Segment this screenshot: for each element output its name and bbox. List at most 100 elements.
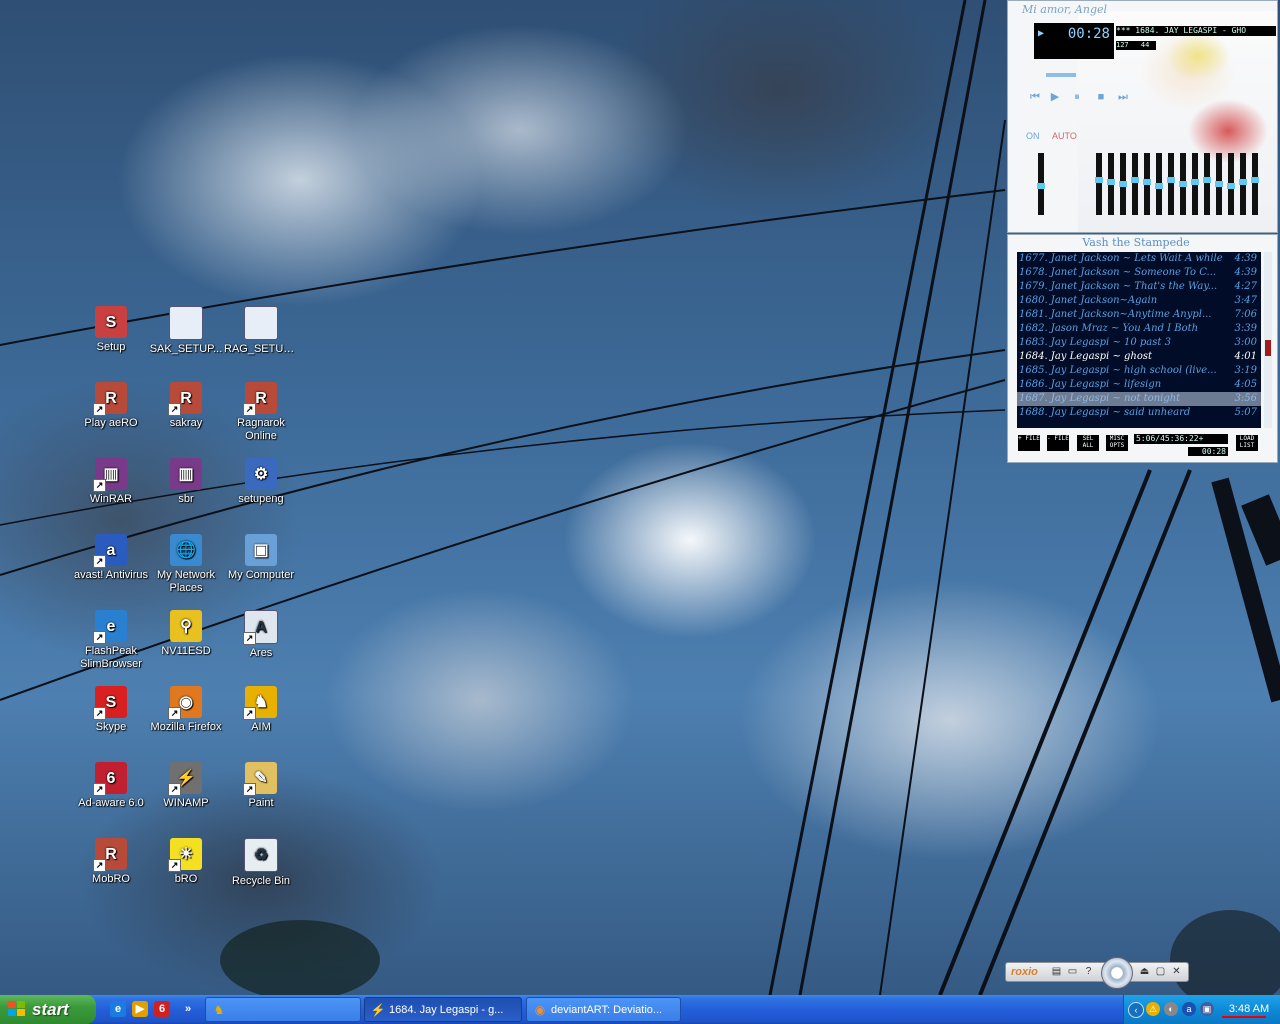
misc-options-button[interactable]: MISC OPTS <box>1106 435 1128 451</box>
desktop-icon[interactable]: ▥ ↗ WinRAR <box>74 458 148 506</box>
slider-knob[interactable] <box>1191 179 1199 185</box>
desktop-icon[interactable]: ⚡ ↗ WINAMP <box>149 762 223 810</box>
desktop-icon[interactable]: SAK_SETUP... <box>149 306 223 356</box>
slider-knob[interactable] <box>1107 179 1115 185</box>
desktop-icon[interactable]: ♻ Recycle Bin <box>224 838 298 888</box>
clock[interactable]: 3:48 AM <box>1224 995 1274 1024</box>
playlist-row[interactable]: 1683. Jay Legaspi ~ 10 past 3 3:00 <box>1017 336 1261 350</box>
slider-knob[interactable] <box>1203 177 1211 183</box>
desktop-icon[interactable]: R ↗ sakray <box>149 382 223 430</box>
show-hidden-icons-chevron-icon[interactable]: ‹ <box>1128 1002 1144 1018</box>
slider-knob[interactable] <box>1179 181 1187 187</box>
slider-knob[interactable] <box>1095 177 1103 183</box>
playlist-row[interactable]: 1687. Jay Legaspi ~ not tonight 3:56 <box>1017 392 1261 406</box>
eq-band-slider[interactable] <box>1215 153 1223 215</box>
avast-tray-icon[interactable]: a <box>1182 1002 1196 1016</box>
eq-band-slider[interactable] <box>1191 153 1199 215</box>
desktop-icon[interactable]: ◉ ↗ Mozilla Firefox <box>149 686 223 734</box>
eq-auto-toggle[interactable]: AUTO <box>1052 131 1077 141</box>
close-icon[interactable]: ✕ <box>1170 965 1183 978</box>
playlist-row[interactable]: 1679. Janet Jackson ~ That's the Way... 4… <box>1017 280 1261 294</box>
playlist-row[interactable]: 1686. Jay Legaspi ~ lifesign 4:05 <box>1017 378 1261 392</box>
slider-knob[interactable] <box>1131 177 1139 183</box>
eq-band-slider[interactable] <box>1143 153 1151 215</box>
taskbar-button[interactable]: ⚡ 1684. Jay Legaspi - g... <box>364 997 522 1022</box>
folder-icon[interactable]: ▭ <box>1066 965 1079 978</box>
desktop-icon[interactable]: R ↗ Play aeRO <box>74 382 148 430</box>
playlist-row[interactable]: 1677. Janet Jackson ~ Lets Wait A while 4… <box>1017 252 1261 266</box>
slider-knob[interactable] <box>1251 177 1259 183</box>
roxio-toolbar[interactable]: roxio ▤ ▭ ? ⏏ ▢ ✕ <box>1005 957 1189 989</box>
eq-band-slider[interactable] <box>1239 153 1247 215</box>
preamp-slider[interactable] <box>1037 153 1045 215</box>
slider-knob[interactable] <box>1155 183 1163 189</box>
slider-knob[interactable] <box>1215 181 1223 187</box>
playlist-row[interactable]: 1678. Janet Jackson ~ Someone To C... 4:3… <box>1017 266 1261 280</box>
play-icon[interactable]: ▶ <box>1048 91 1062 103</box>
disc-icon[interactable] <box>1101 957 1133 989</box>
select-all-button[interactable]: SEL ALL <box>1077 435 1099 451</box>
desktop-icon[interactable]: ✎ ↗ Paint <box>224 762 298 810</box>
slider-knob[interactable] <box>1119 181 1127 187</box>
next-track-icon[interactable]: ⏭ <box>1116 91 1130 103</box>
desktop-icon[interactable]: S ↗ Skype <box>74 686 148 734</box>
desktop-icon[interactable]: a ↗ avast! Antivirus <box>74 534 148 582</box>
playlist-row[interactable]: 1681. Janet Jackson~Anytime Anypl... 7:06 <box>1017 308 1261 322</box>
playlist-row[interactable]: 1680. Janet Jackson~Again 3:47 <box>1017 294 1261 308</box>
desktop-icon[interactable]: ⚲ NV11ESD <box>149 610 223 658</box>
stop-icon[interactable]: ■ <box>1094 91 1108 103</box>
slider-knob[interactable] <box>1143 179 1151 185</box>
equalizer[interactable]: ON AUTO <box>1026 131 1276 221</box>
document-icon[interactable]: ▤ <box>1050 965 1063 978</box>
help-icon[interactable]: ? <box>1082 965 1095 978</box>
eq-band-slider[interactable] <box>1251 153 1259 215</box>
eject-icon[interactable]: ⏏ <box>1138 965 1151 978</box>
desktop-icon[interactable]: ♞ ↗ AIM <box>224 686 298 734</box>
desktop-icon[interactable]: ▥ sbr <box>149 458 223 506</box>
ie-icon[interactable]: e <box>110 1001 126 1017</box>
eq-on-toggle[interactable]: ON <box>1026 131 1040 141</box>
slider-knob[interactable] <box>1167 177 1175 183</box>
desktop-icon[interactable]: RAG_SETUP... <box>224 306 298 356</box>
playlist-row[interactable]: 1684. Jay Legaspi ~ ghost 4:01 <box>1017 350 1261 364</box>
winamp-main-window[interactable]: Mi amor, Angel ▶ 00:28 *** 1684. JAY LEG… <box>1007 0 1278 233</box>
desktop-icon[interactable]: R ↗ Ragnarok Online <box>224 382 298 443</box>
desktop-icon[interactable]: S Setup <box>74 306 148 354</box>
desktop-icon[interactable]: 6 ↗ Ad-aware 6.0 <box>74 762 148 810</box>
eq-band-slider[interactable] <box>1107 153 1115 215</box>
playlist-row[interactable]: 1685. Jay Legaspi ~ high school (live...… <box>1017 364 1261 378</box>
taskbar-button[interactable]: ♞ <box>205 997 361 1022</box>
playlist-scrollbar[interactable] <box>1264 252 1272 428</box>
desktop-icon[interactable]: ▣ My Computer <box>224 534 298 582</box>
remove-file-button[interactable]: - FILE <box>1047 435 1069 451</box>
eq-band-slider[interactable] <box>1119 153 1127 215</box>
load-list-button[interactable]: LOAD LIST <box>1236 435 1258 451</box>
desktop-icon[interactable]: R ↗ MobRO <box>74 838 148 886</box>
winamp-time-display[interactable]: ▶ 00:28 <box>1034 23 1114 59</box>
song-title-marquee[interactable]: *** 1684. JAY LEGASPI - GHO <box>1116 26 1276 36</box>
add-file-button[interactable]: + FILE <box>1018 435 1040 451</box>
slider-knob[interactable] <box>1239 179 1247 185</box>
desktop-icon[interactable]: A ↗ Ares <box>224 610 298 660</box>
network-tray-icon[interactable]: ⚠ <box>1146 1002 1160 1016</box>
seek-bar[interactable] <box>1046 73 1076 77</box>
start-button[interactable]: start <box>0 995 96 1024</box>
playlist-list[interactable]: 1677. Janet Jackson ~ Lets Wait A while 4… <box>1017 252 1261 428</box>
scrollbar-thumb[interactable] <box>1265 340 1271 356</box>
taskbar-button[interactable]: ◉ deviantART: Deviatio... <box>526 997 681 1022</box>
eq-band-slider[interactable] <box>1167 153 1175 215</box>
display-tray-icon[interactable]: ▣ <box>1200 1002 1214 1016</box>
safely-remove-icon[interactable]: ◐ <box>1164 1002 1178 1016</box>
pause-icon[interactable]: ⏸ <box>1070 91 1084 103</box>
slider-knob[interactable] <box>1037 183 1045 189</box>
restore-icon[interactable]: ▢ <box>1154 965 1167 978</box>
quick-launch-overflow[interactable]: » <box>180 1001 196 1017</box>
eq-band-slider[interactable] <box>1227 153 1235 215</box>
media-player-icon[interactable]: ▶ <box>132 1001 148 1017</box>
previous-track-icon[interactable]: ⏮ <box>1028 91 1042 103</box>
eq-band-slider[interactable] <box>1155 153 1163 215</box>
desktop-icon[interactable]: ⚙ setupeng <box>224 458 298 506</box>
winamp-playlist-window[interactable]: Vash the Stampede 1677. Janet Jackson ~ … <box>1007 234 1278 463</box>
eq-band-slider[interactable] <box>1203 153 1211 215</box>
desktop-icon[interactable]: ☀ ↗ bRO <box>149 838 223 886</box>
